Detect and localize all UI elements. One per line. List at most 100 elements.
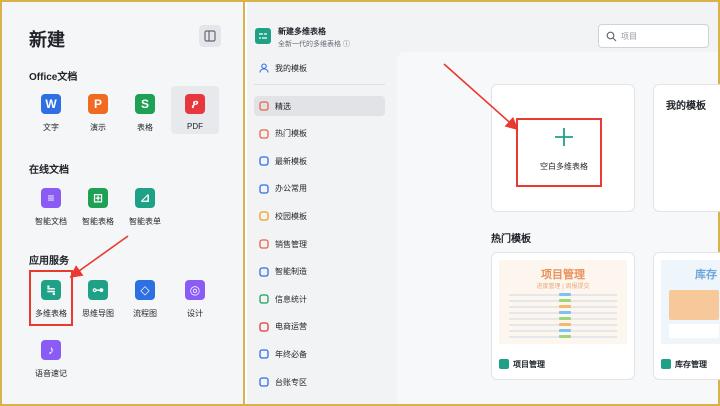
statistics-icon	[259, 294, 269, 304]
preview-tag	[559, 305, 571, 308]
ecommerce-icon	[259, 322, 269, 332]
template-preview: 项目管理 进度管理 | 周报提交	[499, 260, 627, 344]
mindmap-icon: ⊶	[88, 280, 108, 300]
template-content: 空白多维表格 我的模板 热门模板 项目管理 进度管理 | 周报提交 项目管理 库…	[397, 52, 720, 404]
app-label: 文字	[43, 123, 59, 132]
nav-item-label: 电商运营	[275, 322, 307, 332]
template-card-inventory[interactable]: 库存 库存管理	[653, 252, 720, 380]
new-design-button[interactable]: ◎ 设计	[171, 272, 219, 320]
template-preview: 库存	[661, 260, 720, 344]
search-placeholder: 项目	[621, 32, 637, 41]
app-label: 演示	[90, 123, 106, 132]
preview-tag	[559, 335, 571, 338]
smart-form-icon: ⊿	[135, 188, 155, 208]
new-flowchart-button[interactable]: ◇ 流程图	[121, 272, 169, 320]
nav-item-campus[interactable]: 校园模板	[254, 206, 385, 226]
app-label: 思维导图	[82, 309, 114, 318]
nav-item-label: 办公常用	[275, 184, 307, 194]
app-label: 智能表单	[129, 217, 161, 226]
manufacturing-icon	[259, 266, 269, 277]
new-pdf-button[interactable]: ዖ PDF	[171, 86, 219, 134]
featured-icon	[259, 101, 269, 111]
preview-title: 项目管理	[541, 269, 585, 281]
preview-block	[669, 290, 719, 320]
nav-item-label: 智能制造	[275, 267, 307, 277]
nav-item-ecommerce[interactable]: 电商运营	[254, 317, 385, 337]
nav-item-featured[interactable]: 精选	[254, 96, 385, 116]
preview-subtitle: 进度管理 | 周报提交	[536, 284, 590, 290]
word-icon: W	[41, 94, 61, 114]
hot-templates-title: 热门模板	[491, 234, 531, 245]
new-file-panel: 新建 Office文档 在线文档 应用服务 W 文字 P 演示 S 表格 ዖ PDF ≡ 智能文档…	[2, 2, 245, 404]
nav-item-new[interactable]: 最新模板	[254, 151, 385, 171]
nav-item-label: 台账专区	[275, 377, 307, 387]
nav-item-statistics[interactable]: 信息统计	[254, 289, 385, 309]
section-title-office: Office文档	[29, 72, 78, 83]
template-label: 库存管理	[675, 360, 707, 369]
preview-tag	[559, 317, 571, 320]
nav-divider	[254, 84, 385, 85]
new-microphone-button[interactable]: ♪ 语音速记	[27, 332, 75, 380]
app-label: 流程图	[133, 309, 157, 318]
nav-item-label: 最新模板	[275, 156, 307, 166]
office-icon	[259, 184, 269, 194]
fire-icon	[259, 128, 269, 139]
nav-item-my-templates[interactable]: 我的模板	[254, 58, 385, 78]
multidim-table-icon	[255, 28, 271, 44]
sales-icon	[259, 239, 269, 249]
app-label: 智能文档	[35, 217, 67, 226]
app-label: 智能表格	[82, 217, 114, 226]
my-templates-card[interactable]: 我的模板	[653, 84, 720, 212]
app-label: 设计	[187, 309, 203, 318]
preview-tag	[559, 311, 571, 314]
preview-title: 库存	[695, 269, 717, 281]
nav-item-ledger[interactable]: 台账专区	[254, 372, 385, 392]
nav-item-sales[interactable]: 销售管理	[254, 234, 385, 254]
search-icon	[606, 31, 617, 42]
new-icon	[259, 156, 269, 166]
year-end-icon	[259, 349, 269, 360]
search-input[interactable]: 项目	[598, 24, 709, 48]
gallery-subtitle: 全新一代的多维表格 ⓘ	[278, 41, 350, 48]
microphone-icon: ♪	[41, 340, 61, 360]
preview-tag	[559, 329, 571, 332]
panel-title: 新建	[29, 30, 65, 50]
nav-item-label: 校园模板	[275, 211, 307, 221]
template-gallery: 新建多维表格 全新一代的多维表格 ⓘ 项目 我的模板 精选 热门模板 最新模板 办公常…	[247, 2, 720, 404]
section-title-apps: 应用服务	[29, 256, 69, 267]
smart-doc-icon: ≡	[41, 188, 61, 208]
new-spreadsheet-button[interactable]: S 表格	[121, 86, 169, 134]
sidebar-toggle-icon[interactable]	[199, 25, 221, 47]
preview-block	[669, 324, 719, 338]
nav-item-office[interactable]: 办公常用	[254, 179, 385, 199]
highlight-box	[29, 270, 73, 326]
pdf-icon: ዖ	[185, 94, 205, 114]
gallery-title: 新建多维表格	[278, 27, 326, 36]
app-label: 表格	[137, 123, 153, 132]
preview-tag	[559, 323, 571, 326]
new-smart-table-button[interactable]: ⊞ 智能表格	[74, 180, 122, 228]
design-icon: ◎	[185, 280, 205, 300]
new-smart-doc-button[interactable]: ≡ 智能文档	[27, 180, 75, 228]
new-smart-form-button[interactable]: ⊿ 智能表单	[121, 180, 169, 228]
new-word-button[interactable]: W 文字	[27, 86, 75, 134]
nav-item-label: 我的模板	[275, 63, 307, 73]
nav-item-label: 信息统计	[275, 294, 307, 304]
user-icon	[259, 63, 269, 73]
gallery-header: 新建多维表格 全新一代的多维表格 ⓘ 项目	[247, 2, 718, 52]
template-card-project[interactable]: 项目管理 进度管理 | 周报提交 项目管理	[491, 252, 635, 380]
app-label: PDF	[187, 122, 203, 131]
flowchart-icon: ◇	[135, 280, 155, 300]
multidim-table-icon	[499, 359, 509, 369]
new-presentation-button[interactable]: P 演示	[74, 86, 122, 134]
highlight-box	[516, 118, 602, 187]
new-mindmap-button[interactable]: ⊶ 思维导图	[74, 272, 122, 320]
nav-item-manufacturing[interactable]: 智能制造	[254, 262, 385, 282]
nav-item-year-end[interactable]: 年终必备	[254, 344, 385, 364]
app-label: 语音速记	[35, 369, 67, 378]
spreadsheet-icon: S	[135, 94, 155, 114]
nav-item-fire[interactable]: 热门模板	[254, 124, 385, 144]
preview-tag	[559, 299, 571, 302]
template-label: 项目管理	[513, 360, 545, 369]
nav-item-label: 销售管理	[275, 239, 307, 249]
